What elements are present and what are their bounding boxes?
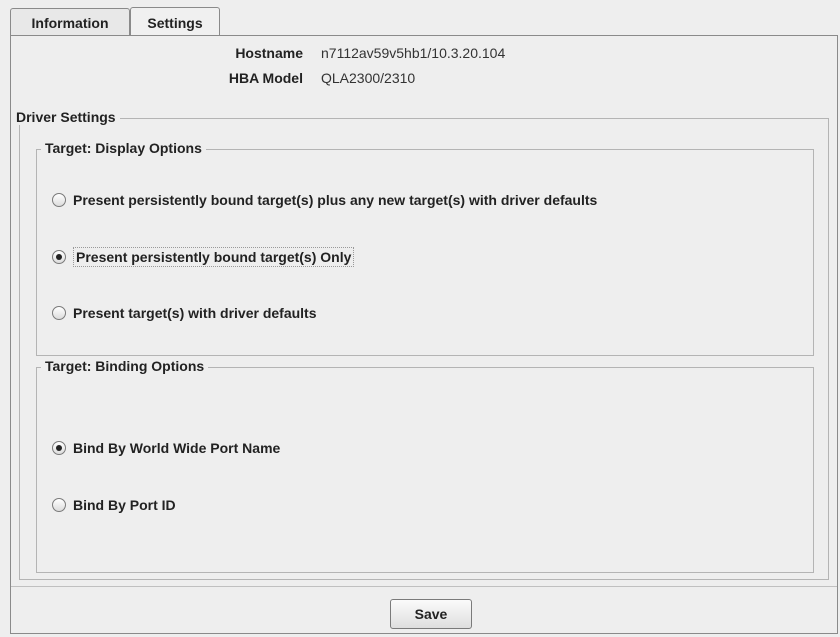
radio-button[interactable] — [52, 193, 66, 207]
display-options-title: Target: Display Options — [41, 140, 206, 156]
display-options-group: Target: Display Options Present persiste… — [36, 140, 814, 356]
hostname-label: Hostname — [235, 45, 303, 61]
binding-option-port-id[interactable]: Bind By Port ID — [52, 497, 176, 513]
hba-model-label: HBA Model — [228, 70, 303, 86]
display-option-persistent-plus-new[interactable]: Present persistently bound target(s) plu… — [52, 192, 597, 208]
driver-settings-group: Driver Settings Target: Display Options … — [12, 109, 829, 580]
radio-label: Bind By World Wide Port Name — [73, 440, 281, 456]
radio-button-checked[interactable] — [52, 441, 66, 455]
settings-panel: Hostname n7112av59v5hb1/10.3.20.104 HBA … — [10, 35, 838, 634]
tab-information[interactable]: Information — [10, 8, 130, 36]
binding-options-title: Target: Binding Options — [41, 358, 209, 374]
save-button[interactable]: Save — [390, 599, 472, 629]
radio-label: Bind By Port ID — [73, 497, 176, 513]
radio-button-checked[interactable] — [52, 250, 66, 264]
radio-button[interactable] — [52, 306, 66, 320]
radio-label: Present persistently bound target(s) plu… — [73, 192, 598, 208]
button-bar: Save — [11, 586, 837, 635]
driver-settings-title: Driver Settings — [12, 109, 120, 125]
binding-option-wwpn[interactable]: Bind By World Wide Port Name — [52, 440, 280, 456]
display-option-persistent-only[interactable]: Present persistently bound target(s) Onl… — [52, 247, 355, 267]
radio-button[interactable] — [52, 498, 66, 512]
hostname-value: n7112av59v5hb1/10.3.20.104 — [321, 45, 506, 61]
radio-label: Present persistently bound target(s) Onl… — [73, 247, 355, 267]
display-option-driver-defaults[interactable]: Present target(s) with driver defaults — [52, 305, 317, 321]
binding-options-group: Target: Binding Options Bind By World Wi… — [36, 358, 814, 573]
tab-settings[interactable]: Settings — [130, 7, 220, 37]
hba-model-value: QLA2300/2310 — [321, 70, 416, 86]
radio-label: Present target(s) with driver defaults — [73, 305, 317, 321]
